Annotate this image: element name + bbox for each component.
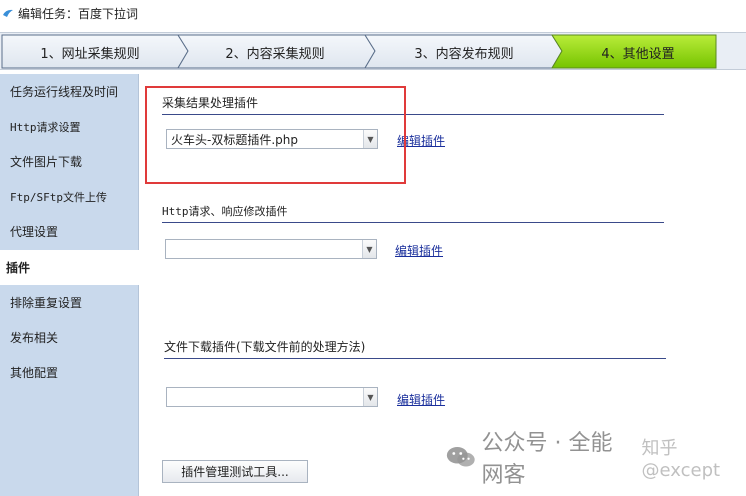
window-title: 编辑任务：百度下拉词 [18,6,139,21]
chevron-down-icon[interactable]: ▼ [363,388,377,406]
sidebar-item-file-download[interactable]: 文件图片下载 [0,144,139,179]
sidebar-item-publish[interactable]: 发布相关 [0,320,139,355]
step-2[interactable]: 2、内容采集规则 [180,33,370,71]
http-plugin-edit-link[interactable]: 编辑插件 [395,242,443,259]
sidebar-item-ftp[interactable]: Ftp/SFtp文件上传 [0,179,139,214]
watermark-extra: 知乎 @except [641,437,721,481]
watermark: 公众号 · 全能网客 知乎 @except [446,431,746,488]
sidebar-item-other[interactable]: 其他配置 [0,355,139,390]
app-icon [3,9,13,17]
step-1[interactable]: 1、网址采集规则 [0,33,180,71]
http-plugin-select[interactable]: ▼ [165,239,377,259]
sidebar-item-thread-time[interactable]: 任务运行线程及时间 [0,74,139,109]
download-plugin-title: 文件下载插件(下载文件前的处理方法) [164,338,666,359]
highlight-box [145,86,406,184]
step-3[interactable]: 3、内容发布规则 [370,33,558,71]
plugin-test-tool-button[interactable]: 插件管理测试工具... [162,460,308,483]
sidebar-item-proxy[interactable]: 代理设置 [0,214,139,249]
download-plugin-select[interactable]: ▼ [166,387,378,407]
sidebar-item-dedup[interactable]: 排除重复设置 [0,285,139,320]
download-plugin-edit-link[interactable]: 编辑插件 [397,391,445,408]
sidebar-item-http[interactable]: Http请求设置 [0,109,139,144]
title-bar: 编辑任务：百度下拉词 [0,0,746,26]
settings-sidebar: 任务运行线程及时间 Http请求设置 文件图片下载 Ftp/SFtp文件上传 代… [0,74,139,496]
watermark-text: 公众号 · 全能网客 [481,431,613,488]
sidebar-item-plugins[interactable]: 插件 [0,250,139,285]
http-plugin-title: Http请求、响应修改插件 [162,203,664,223]
step-4-active[interactable]: 4、其他设置 [558,33,718,71]
step-wizard: 1、网址采集规则 2、内容采集规则 3、内容发布规则 4、其他设置 [0,32,746,70]
chevron-down-icon[interactable]: ▼ [362,240,376,258]
wechat-icon [446,447,475,467]
